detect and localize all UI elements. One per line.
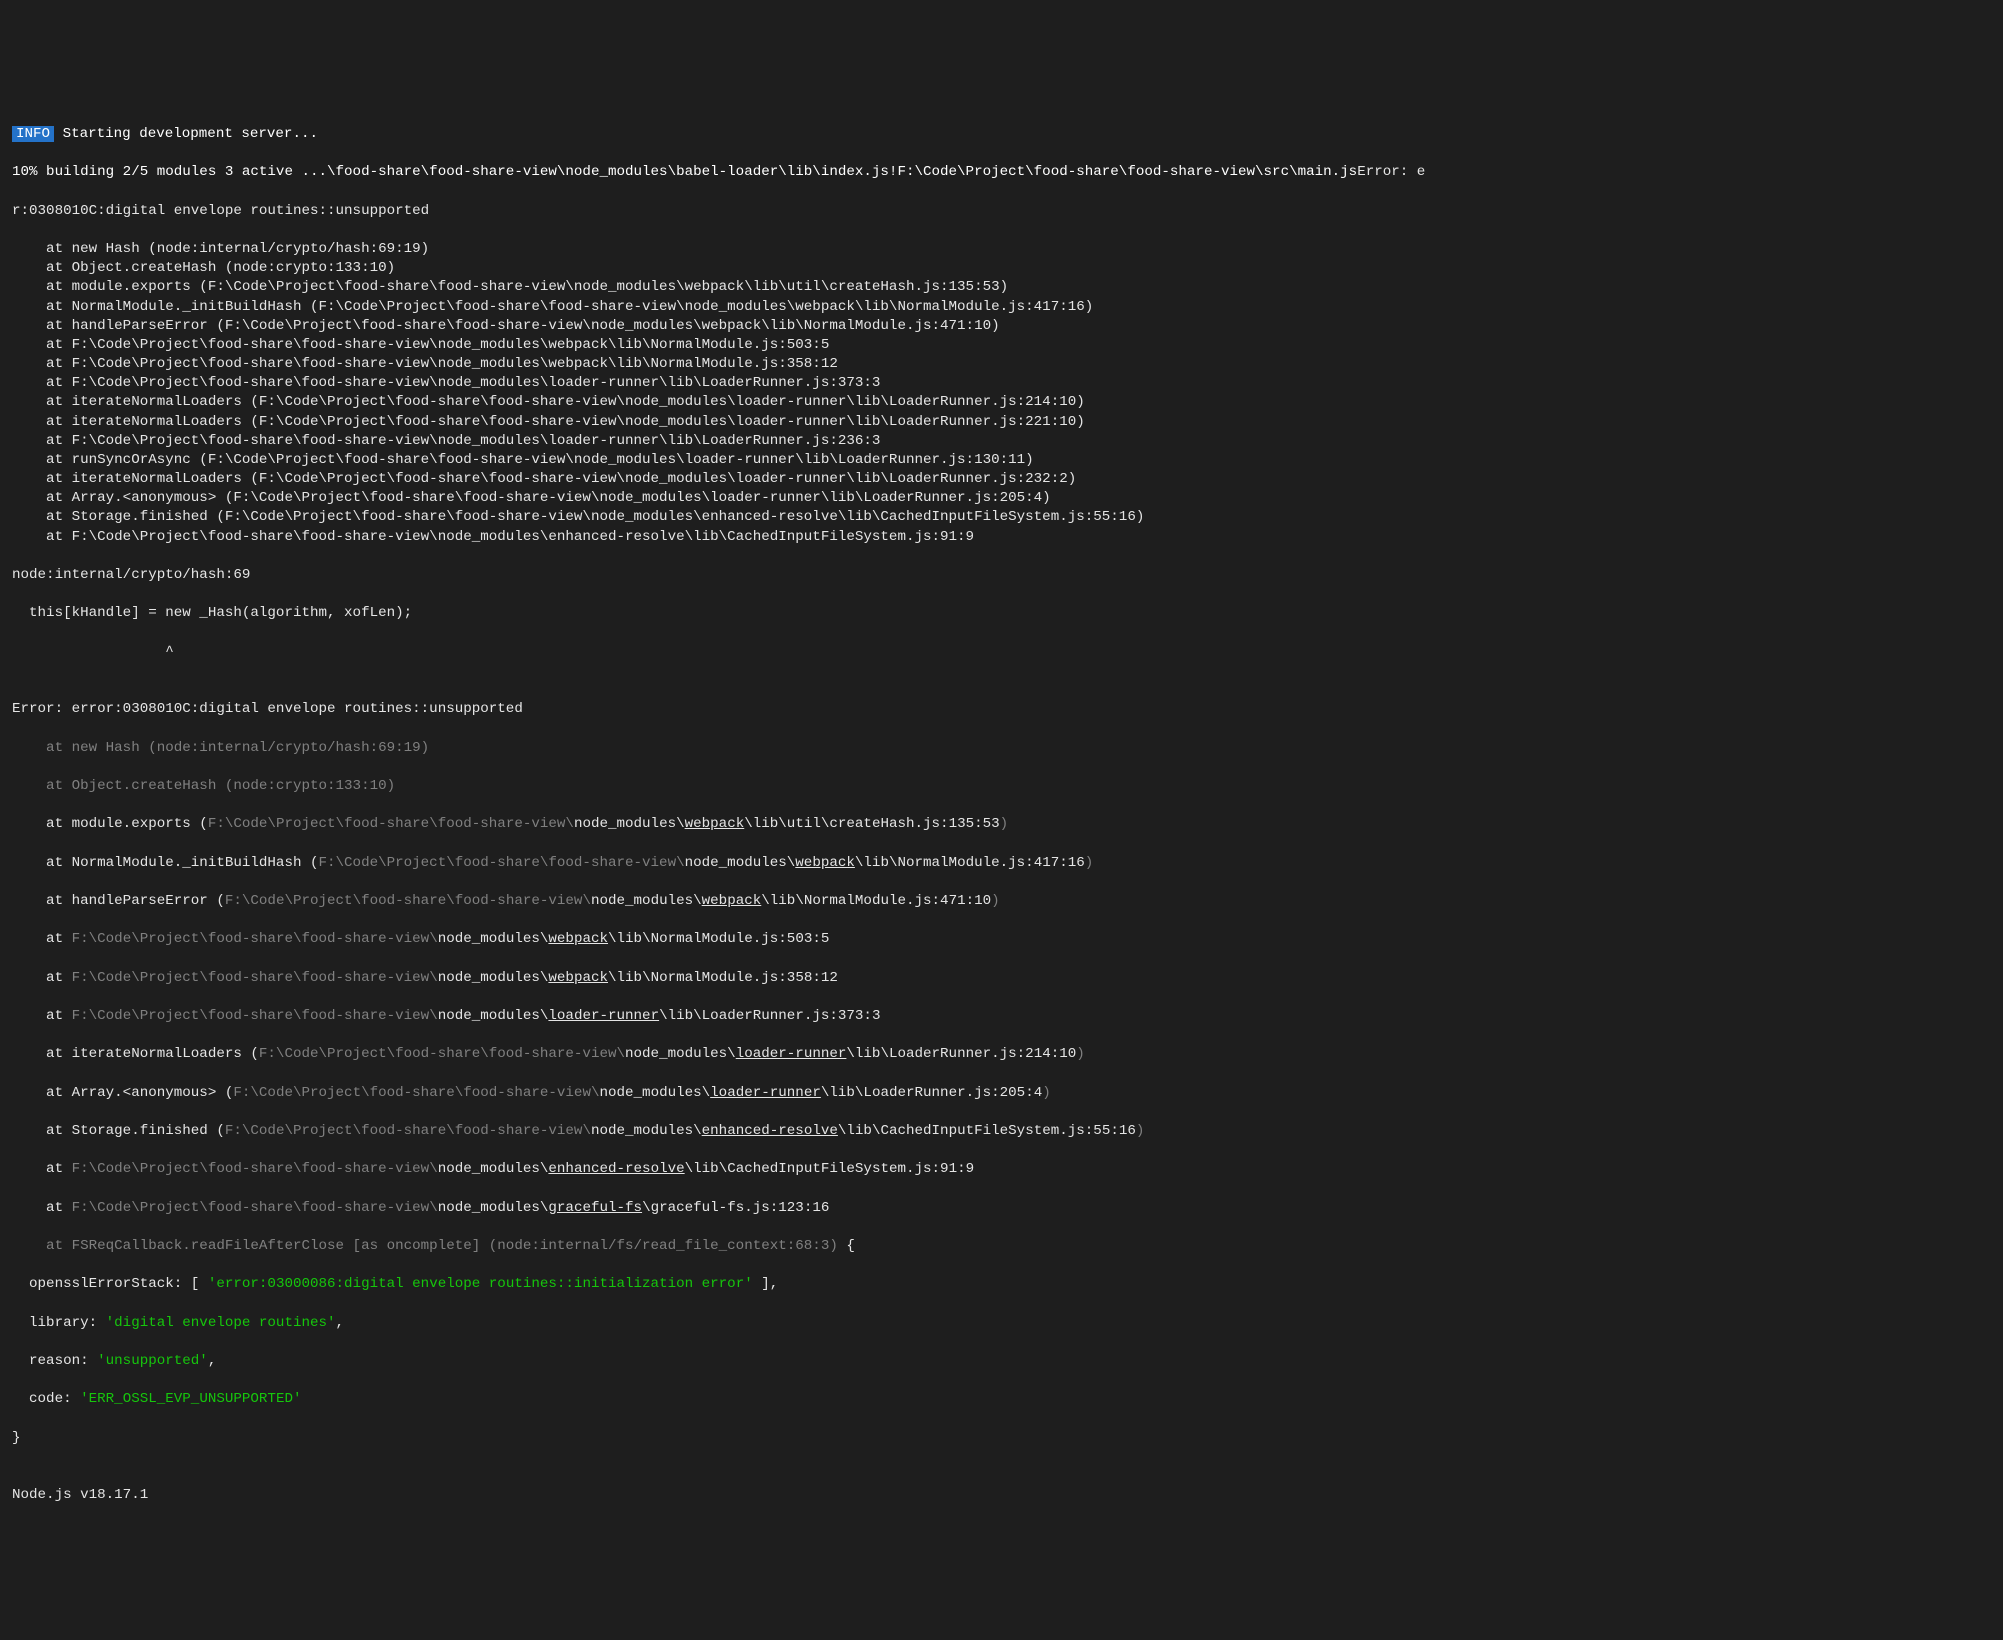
stack-line: at Storage.finished (F:\Code\Project\foo… xyxy=(12,508,1991,527)
error-prop: code: 'ERR_OSSL_EVP_UNSUPPORTED' xyxy=(12,1390,1991,1409)
stack-line: at runSyncOrAsync (F:\Code\Project\food-… xyxy=(12,451,1991,470)
stack-line: at F:\Code\Project\food-share\food-share… xyxy=(12,432,1991,451)
stack-line: at FSReqCallback.readFileAfterClose [as … xyxy=(12,1237,1991,1256)
log-line: } xyxy=(12,1429,1991,1448)
stack-line: at Object.createHash (node:crypto:133:10… xyxy=(12,777,1991,796)
stack-line: at F:\Code\Project\food-share\food-share… xyxy=(12,1160,1991,1179)
stack-line: at NormalModule._initBuildHash (F:\Code\… xyxy=(12,854,1991,873)
error-prop: opensslErrorStack: [ 'error:03000086:dig… xyxy=(12,1275,1991,1294)
stack-line: at new Hash (node:internal/crypto/hash:6… xyxy=(12,240,1991,259)
stack-line: at iterateNormalLoaders (F:\Code\Project… xyxy=(12,393,1991,412)
stack-line: at F:\Code\Project\food-share\food-share… xyxy=(12,336,1991,355)
start-msg: Starting development server... xyxy=(54,126,318,142)
stack-line: at F:\Code\Project\food-share\food-share… xyxy=(12,1199,1991,1218)
stack-line: at iterateNormalLoaders (F:\Code\Project… xyxy=(12,1045,1991,1064)
stack-line: at handleParseError (F:\Code\Project\foo… xyxy=(12,317,1991,336)
log-line: node:internal/crypto/hash:69 xyxy=(12,566,1991,585)
stack-line: at Storage.finished (F:\Code\Project\foo… xyxy=(12,1122,1991,1141)
stack-line: at handleParseError (F:\Code\Project\foo… xyxy=(12,892,1991,911)
stack-line: at F:\Code\Project\food-share\food-share… xyxy=(12,355,1991,374)
stack-line: at Array.<anonymous> (F:\Code\Project\fo… xyxy=(12,1084,1991,1103)
stack-line: at module.exports (F:\Code\Project\food-… xyxy=(12,278,1991,297)
log-line: r:0308010C:digital envelope routines::un… xyxy=(12,202,1991,221)
info-badge: INFO xyxy=(12,126,54,142)
error-title: Error: error:0308010C:digital envelope r… xyxy=(12,700,1991,719)
stack-line: at iterateNormalLoaders (F:\Code\Project… xyxy=(12,413,1991,432)
stack-line: at module.exports (F:\Code\Project\food-… xyxy=(12,815,1991,834)
stack-line: at F:\Code\Project\food-share\food-share… xyxy=(12,930,1991,949)
stack-line: at F:\Code\Project\food-share\food-share… xyxy=(12,969,1991,988)
error-prop: reason: 'unsupported', xyxy=(12,1352,1991,1371)
stack-line: at F:\Code\Project\food-share\food-share… xyxy=(12,1007,1991,1026)
log-line: INFO Starting development server... xyxy=(12,125,1991,144)
log-line: this[kHandle] = new _Hash(algorithm, xof… xyxy=(12,604,1991,623)
terminal-output[interactable]: INFO Starting development server... 10% … xyxy=(0,96,2003,1545)
stack-line: at F:\Code\Project\food-share\food-share… xyxy=(12,374,1991,393)
node-version: Node.js v18.17.1 xyxy=(12,1486,1991,1505)
stack-line: at Object.createHash (node:crypto:133:10… xyxy=(12,259,1991,278)
stack-line: at NormalModule._initBuildHash (F:\Code\… xyxy=(12,298,1991,317)
stack-line: at iterateNormalLoaders (F:\Code\Project… xyxy=(12,470,1991,489)
stack-line: at new Hash (node:internal/crypto/hash:6… xyxy=(12,739,1991,758)
stack-line: at Array.<anonymous> (F:\Code\Project\fo… xyxy=(12,489,1991,508)
error-prop: library: 'digital envelope routines', xyxy=(12,1314,1991,1333)
stack-line: at F:\Code\Project\food-share\food-share… xyxy=(12,528,1991,547)
log-line: ^ xyxy=(12,643,1991,662)
log-line: 10% building 2/5 modules 3 active ...\fo… xyxy=(12,163,1991,182)
